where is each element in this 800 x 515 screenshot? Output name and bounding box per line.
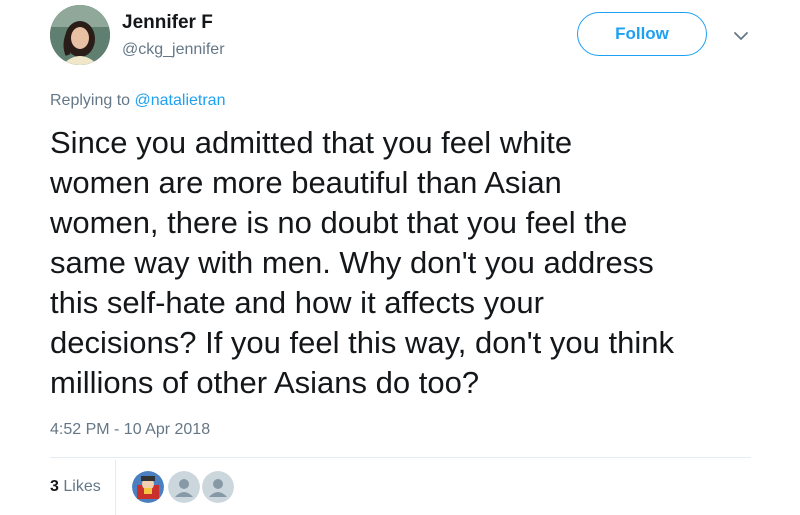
- tweet-timestamp[interactable]: 4:52 PM - 10 Apr 2018: [50, 421, 210, 439]
- chevron-down-icon[interactable]: [731, 26, 751, 46]
- stats-vertical-divider: [115, 460, 116, 515]
- replying-prefix: Replying to: [50, 92, 135, 109]
- stats-divider: [50, 457, 751, 458]
- likes-label: Likes: [63, 478, 101, 495]
- replying-to: Replying to @natalietran: [50, 92, 225, 110]
- default-avatar-icon[interactable]: [168, 471, 200, 503]
- author-avatar[interactable]: [50, 5, 110, 65]
- default-avatar-icon[interactable]: [202, 471, 234, 503]
- follow-button[interactable]: Follow: [577, 12, 707, 56]
- tweet-text: Since you admitted that you feel white w…: [50, 125, 674, 400]
- author-name[interactable]: Jennifer F: [122, 12, 213, 34]
- likes-stat[interactable]: 3 Likes: [50, 478, 101, 496]
- likes-count: 3: [50, 478, 59, 495]
- reply-mention-link[interactable]: @natalietran: [135, 92, 226, 109]
- author-handle[interactable]: @ckg_jennifer: [122, 41, 225, 59]
- liker-avatar[interactable]: [132, 471, 164, 503]
